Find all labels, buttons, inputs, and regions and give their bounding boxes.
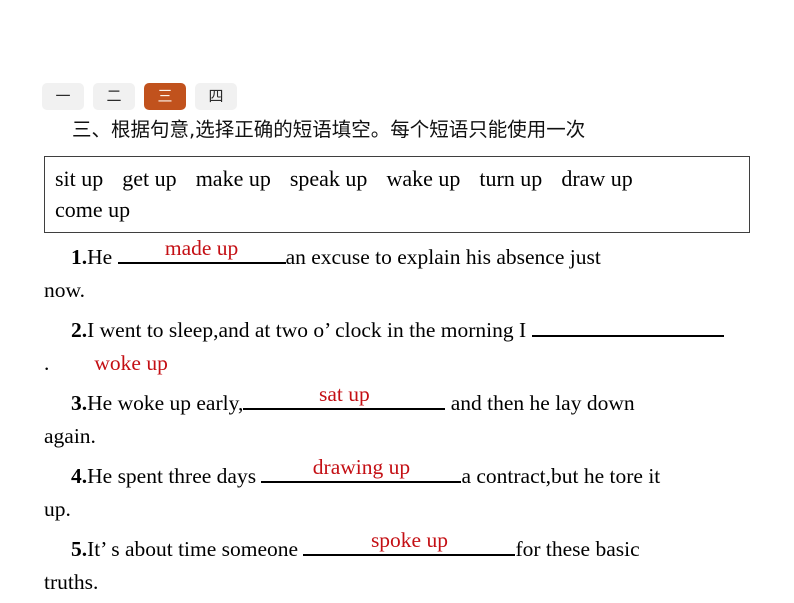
question-number: 1.	[71, 245, 88, 269]
phrase-item: get up	[122, 166, 177, 191]
question-number: 4.	[71, 464, 88, 488]
question-text-after: a contract,but he tore it	[461, 464, 661, 488]
question-line: 4.He spent three days drawing up a contra…	[44, 455, 794, 492]
question-text-after: for these basic	[515, 537, 640, 561]
question-line: 2.I went to sleep,and at two o’ clock in…	[44, 311, 794, 346]
answer-blank-4[interactable]: drawing up	[261, 455, 462, 483]
phrase-item: turn up	[479, 166, 543, 191]
tab-four-label: 四	[208, 87, 224, 105]
answer-text-5: spoke up	[370, 528, 448, 552]
question-wrap-line: . woke up	[44, 346, 794, 381]
question-text-before: He woke up early,	[87, 391, 244, 415]
phrase-item: make up	[195, 166, 271, 191]
question-line: 1.He made up an excuse to explain his abs…	[44, 236, 794, 273]
question-number: 3.	[71, 391, 88, 415]
phrase-item: come up	[55, 197, 131, 223]
question-wrap-line: now.	[44, 278, 86, 302]
question-item-5: 5.It’ s about time someone spoke up for t…	[44, 528, 794, 600]
question-wrap-line: up.	[44, 497, 71, 521]
tab-two-label: 二	[106, 87, 122, 105]
question-item-4: 4.He spent three days drawing up a contra…	[44, 455, 794, 527]
phrase-item: draw up	[561, 166, 633, 191]
tab-one[interactable]: 一	[42, 83, 84, 110]
tab-one-label: 一	[55, 87, 71, 105]
question-line: 3.He woke up early, sat up and then he la…	[44, 382, 794, 419]
answer-blank-1[interactable]: made up	[117, 236, 286, 264]
question-wrap-line: again.	[44, 424, 96, 448]
question-line: 5.It’ s about time someone spoke up for t…	[44, 528, 794, 565]
question-list: 1.He made up an excuse to explain his abs…	[44, 236, 794, 603]
phrase-bank-box: sit up get up make up speak up wake up turn u…	[44, 156, 750, 234]
tab-strip: 一 二 三 四	[42, 83, 237, 110]
question-item-3: 3.He woke up early, sat up and then he la…	[44, 382, 794, 454]
answer-text-2: woke up	[94, 351, 168, 375]
phrase-item: sit up	[55, 166, 104, 191]
answer-blank-2[interactable]	[531, 311, 724, 337]
answer-text-3: sat up	[318, 382, 370, 406]
question-text-before: He	[87, 245, 118, 269]
question-text-after: and then he lay down	[445, 391, 635, 415]
phrase-item: speak up	[289, 166, 368, 191]
answer-blank-3[interactable]: sat up	[243, 382, 446, 410]
answer-text-4: drawing up	[312, 455, 411, 479]
question-number: 5.	[71, 537, 88, 561]
question-item-1: 1.He made up an excuse to explain his abs…	[44, 236, 794, 308]
tab-four[interactable]: 四	[195, 83, 237, 110]
question-item-2: 2.I went to sleep,and at two o’ clock in…	[44, 311, 794, 381]
tab-two[interactable]: 二	[93, 83, 135, 110]
page-title: 三、根据句意,选择正确的短语填空。每个短语只能使用一次	[72, 118, 586, 141]
tab-three-label: 三	[157, 87, 173, 105]
phrase-item: wake up	[386, 166, 461, 191]
tab-three[interactable]: 三	[144, 83, 186, 110]
question-wrap-line: truths.	[44, 570, 99, 594]
question-number: 2.	[71, 318, 88, 342]
answer-text-1: made up	[164, 236, 239, 260]
question-text-before: I went to sleep,and at two o’ clock in t…	[87, 318, 532, 342]
question-text-after: an excuse to explain his absence just	[285, 245, 601, 269]
answer-blank-5[interactable]: spoke up	[303, 528, 516, 556]
question-text-before: He spent three days	[87, 464, 262, 488]
question-text-before: It’ s about time someone	[87, 537, 304, 561]
